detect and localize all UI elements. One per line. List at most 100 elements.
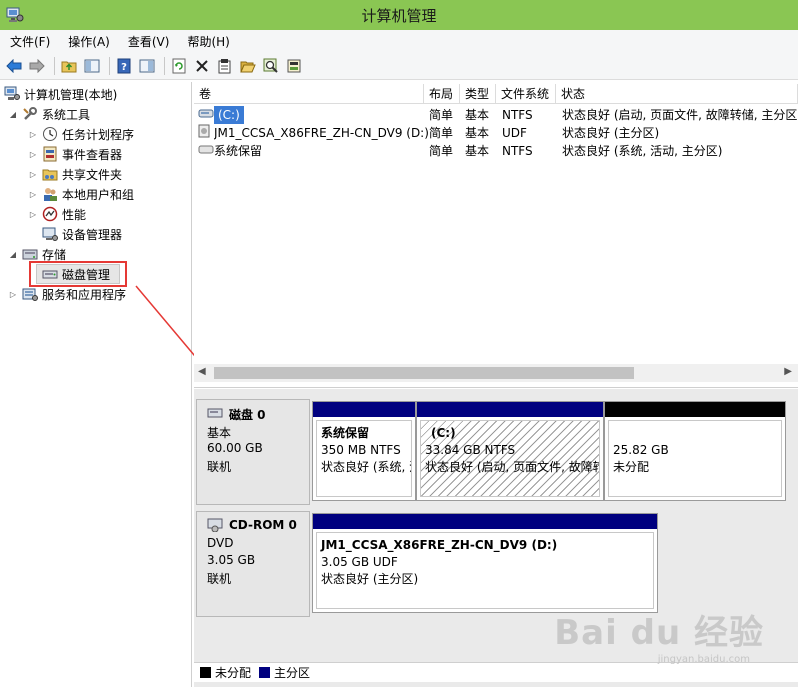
- tree-label: 共享文件夹: [62, 167, 123, 182]
- delete-icon[interactable]: [192, 56, 212, 76]
- performance-icon: [42, 206, 58, 222]
- expanded-arrow-icon[interactable]: ◢: [8, 250, 18, 259]
- dvd-drive-icon: [207, 518, 223, 535]
- type-cell: 基本: [465, 144, 490, 158]
- open-folder-icon[interactable]: [238, 56, 258, 76]
- export-icon[interactable]: [284, 56, 304, 76]
- disk-icon: [207, 407, 223, 421]
- users-icon: [42, 186, 58, 202]
- partition-body: (C:) 33.84 GB NTFS 状态良好 (启动, 页面文件, 故障转储,…: [420, 420, 600, 497]
- tree-item-task-scheduler[interactable]: ▷ 任务计划程序: [28, 124, 134, 144]
- tree-item-performance[interactable]: ▷ 性能: [28, 204, 86, 224]
- partition-unallocated[interactable]: 25.82 GB 未分配: [604, 401, 786, 501]
- tree-label: 磁盘管理: [62, 267, 111, 282]
- collapsed-arrow-icon[interactable]: ▷: [28, 190, 38, 199]
- partition-title: (C:): [431, 426, 456, 440]
- toolbar-separator: [164, 56, 165, 75]
- expanded-arrow-icon[interactable]: ◢: [8, 110, 18, 119]
- partition-body: 系统保留 350 MB NTFS 状态良好 (系统, 活动, 主分区): [316, 420, 412, 497]
- tree-label: 系统工具: [42, 107, 91, 122]
- tree-item-disk-management[interactable]: 磁盘管理: [42, 264, 110, 284]
- tree-label: 存储: [42, 247, 67, 262]
- partition-body: JM1_CCSA_X86FRE_ZH-CN_DV9 (D:) 3.05 GB U…: [316, 532, 654, 609]
- svg-text:?: ?: [121, 62, 127, 73]
- cdrom-0-label[interactable]: CD-ROM 0 DVD 3.05 GB 联机: [196, 511, 310, 617]
- type-cell: 基本: [465, 108, 490, 122]
- disk-size: 3.05 GB: [207, 553, 256, 567]
- tree-label: 本地用户和组: [62, 187, 135, 202]
- partition-system-reserved[interactable]: 系统保留 350 MB NTFS 状态良好 (系统, 活动, 主分区): [312, 401, 416, 501]
- partition-status: 状态良好 (启动, 页面文件, 故障转储, 主分区): [425, 460, 599, 474]
- filesystem-cell: NTFS: [502, 108, 533, 122]
- disk-status: 联机: [207, 572, 232, 586]
- collapsed-arrow-icon[interactable]: ▷: [28, 130, 38, 139]
- menu-help[interactable]: 帮助(H): [185, 31, 231, 52]
- disk-kind: 基本: [207, 426, 232, 440]
- partition-bar: [417, 402, 603, 417]
- tools-icon: [22, 106, 38, 122]
- disk-0-label[interactable]: 磁盘 0 基本 60.00 GB 联机: [196, 399, 310, 505]
- forward-arrow-icon[interactable]: [27, 56, 47, 76]
- up-folder-icon[interactable]: [59, 56, 79, 76]
- partition-d[interactable]: JM1_CCSA_X86FRE_ZH-CN_DV9 (D:) 3.05 GB U…: [312, 513, 658, 613]
- partition-size: 33.84 GB NTFS: [425, 443, 516, 457]
- collapsed-arrow-icon[interactable]: ▷: [28, 150, 38, 159]
- partition-title: 系统保留: [321, 426, 370, 440]
- column-header-type[interactable]: 类型: [460, 84, 496, 104]
- console-icon[interactable]: [137, 56, 157, 76]
- collapsed-arrow-icon[interactable]: ▷: [28, 170, 38, 179]
- tree-item-system-tools[interactable]: ◢ 系统工具: [8, 104, 90, 124]
- partition-title: JM1_CCSA_X86FRE_ZH-CN_DV9 (D:): [321, 538, 558, 552]
- partition-size: 3.05 GB UDF: [321, 555, 398, 569]
- tree-item-local-users[interactable]: ▷ 本地用户和组: [28, 184, 134, 204]
- column-header-volume[interactable]: 卷: [194, 84, 424, 104]
- window-title: 计算机管理: [361, 7, 437, 25]
- horizontal-scrollbar[interactable]: ◀ ▶: [194, 364, 798, 382]
- collapsed-arrow-icon[interactable]: ▷: [8, 290, 18, 299]
- unallocated-swatch: [200, 667, 211, 678]
- layout-cell: 简单: [429, 126, 454, 140]
- refresh-icon[interactable]: [169, 56, 189, 76]
- scrollbar-thumb[interactable]: [214, 367, 634, 379]
- shared-folder-icon: [42, 166, 58, 182]
- column-header-status[interactable]: 状态: [556, 84, 798, 104]
- tree-item-services-apps[interactable]: ▷ 服务和应用程序: [8, 284, 126, 304]
- menu-view[interactable]: 查看(V): [126, 31, 172, 52]
- tree-label: 任务计划程序: [62, 127, 135, 142]
- disk-management-icon: [42, 266, 58, 282]
- status-cell: 状态良好 (主分区): [562, 126, 660, 140]
- partition-bar: [313, 514, 657, 529]
- device-manager-icon: [42, 226, 58, 242]
- help-icon[interactable]: ?: [114, 56, 134, 76]
- tree-item-device-manager[interactable]: 设备管理器: [42, 224, 122, 244]
- disk-name: 磁盘 0: [229, 408, 266, 422]
- partition-status: 未分配: [613, 460, 650, 474]
- watermark-url: jingyan.baidu.com: [657, 654, 750, 665]
- partition-bar: [605, 402, 785, 417]
- scroll-left-icon[interactable]: ◀: [198, 366, 206, 377]
- tree-item-root[interactable]: 计算机管理(本地): [4, 84, 117, 104]
- computer-management-icon: [4, 86, 20, 102]
- tree-item-shared-folders[interactable]: ▷ 共享文件夹: [28, 164, 122, 184]
- collapsed-arrow-icon[interactable]: ▷: [28, 210, 38, 219]
- menu-file[interactable]: 文件(F): [8, 31, 52, 52]
- column-header-filesystem[interactable]: 文件系统: [496, 84, 556, 104]
- menu-action[interactable]: 操作(A): [66, 31, 112, 52]
- back-arrow-icon[interactable]: [4, 56, 24, 76]
- volume-list: 卷 布局 类型 文件系统 状态 (C:) 简单 基本 NTFS 状态良好 (启动…: [194, 82, 798, 388]
- column-header-layout[interactable]: 布局: [424, 84, 460, 104]
- search-icon[interactable]: [261, 56, 281, 76]
- volume-icon: [198, 106, 214, 124]
- dvd-icon: [198, 124, 214, 142]
- toolbar-separator: [54, 56, 55, 75]
- properties-icon[interactable]: [215, 56, 235, 76]
- show-tree-icon[interactable]: [82, 56, 102, 76]
- filesystem-cell: UDF: [502, 126, 527, 140]
- scroll-right-icon[interactable]: ▶: [784, 366, 792, 377]
- tree-label: 服务和应用程序: [42, 287, 127, 302]
- tree-item-event-viewer[interactable]: ▷ 事件查看器: [28, 144, 122, 164]
- menu-bar: 文件(F) 操作(A) 查看(V) 帮助(H): [0, 30, 798, 52]
- disk-name: CD-ROM 0: [229, 518, 297, 532]
- layout-cell: 简单: [429, 144, 454, 158]
- partition-c[interactable]: (C:) 33.84 GB NTFS 状态良好 (启动, 页面文件, 故障转储,…: [416, 401, 604, 501]
